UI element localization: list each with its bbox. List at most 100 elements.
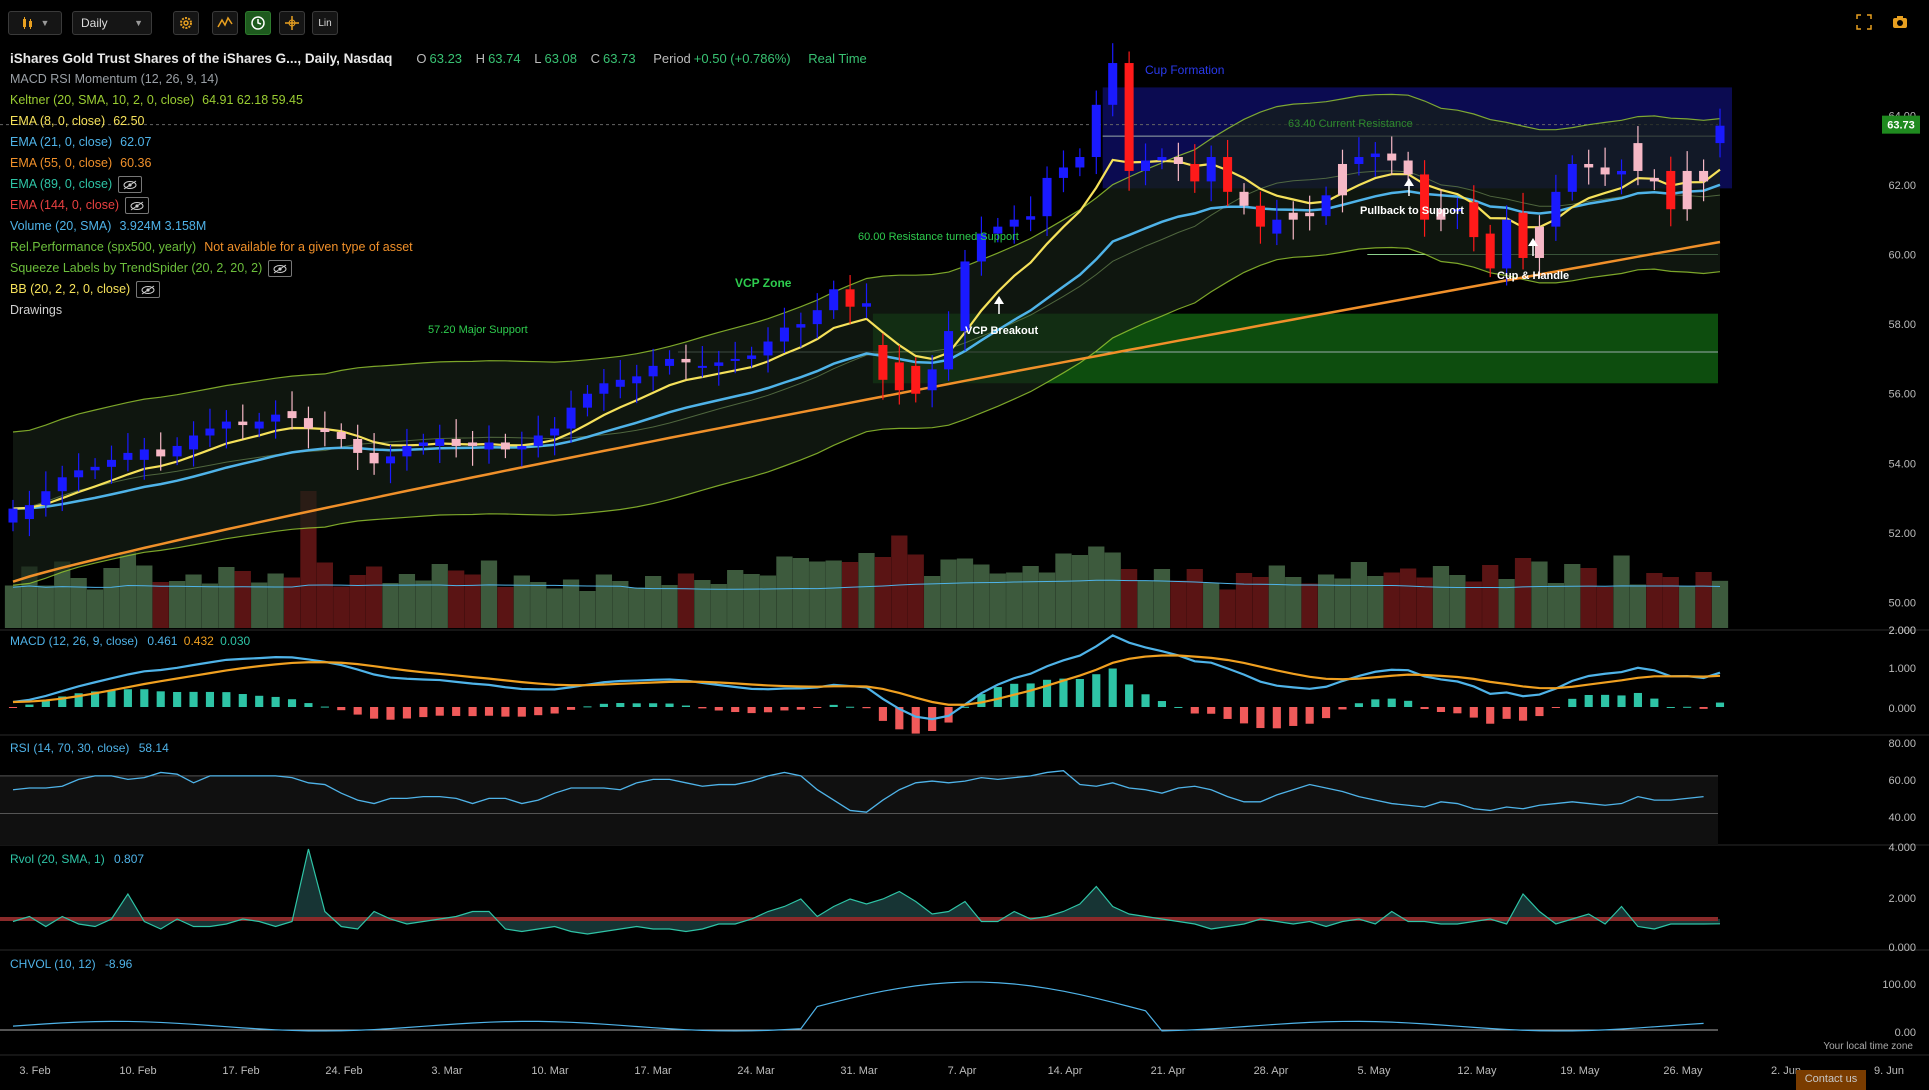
- volume-bar: [70, 578, 87, 628]
- indicator-row[interactable]: Drawings: [10, 300, 867, 321]
- indicator-row[interactable]: Keltner (20, SMA, 10, 2, 0, close) 64.91 …: [10, 90, 867, 111]
- indicator-label: EMA (144, 0, close): [10, 198, 120, 212]
- volume-bar: [710, 584, 727, 628]
- candle: [254, 421, 264, 429]
- date-tick-label: 3. Feb: [19, 1065, 50, 1077]
- candle: [1649, 177, 1659, 182]
- major-support-label: 57.20 Major Support: [428, 324, 528, 336]
- candle: [582, 393, 592, 408]
- pullback-label: Pullback to Support: [1360, 205, 1464, 217]
- price-tick-label: 58.00: [1888, 319, 1916, 331]
- volume-bar: [776, 556, 793, 628]
- candle: [1239, 191, 1249, 206]
- volume-bar: [1547, 583, 1564, 628]
- volume-bar: [365, 566, 383, 628]
- candle: [271, 414, 281, 422]
- volume-bar: [4, 585, 22, 628]
- candle: [944, 331, 954, 370]
- price-tick-label: 62.00: [1888, 180, 1916, 192]
- macd-hist-bar: [829, 704, 838, 707]
- candle: [1666, 170, 1676, 210]
- volume-bar: [185, 574, 202, 628]
- candle: [615, 379, 625, 387]
- eye-hidden-icon[interactable]: [268, 260, 293, 277]
- candle: [500, 442, 510, 450]
- indicator-row[interactable]: Rel.Performance (spx500, yearly) Not avai…: [10, 237, 867, 258]
- volume-bar: [415, 580, 432, 628]
- volume-bar: [727, 570, 744, 628]
- indicator-value: 60.36: [120, 156, 152, 170]
- candle: [566, 407, 576, 429]
- volume-bar: [1383, 572, 1400, 628]
- macd-hist-bar: [337, 707, 346, 711]
- volume-bar: [1498, 579, 1515, 628]
- candle: [1617, 170, 1627, 175]
- macd-hist-bar: [1453, 707, 1462, 714]
- candle: [911, 365, 921, 394]
- candle: [1699, 170, 1709, 182]
- macd-hist-bar: [1026, 683, 1035, 707]
- macd-hist-bar: [1322, 707, 1331, 719]
- candle: [123, 452, 133, 460]
- period-label: Period: [653, 51, 691, 66]
- candle: [1288, 212, 1298, 220]
- rsi-value: 58.14: [138, 741, 169, 755]
- volume-bar: [1268, 565, 1285, 628]
- volume-bar: [1120, 569, 1138, 628]
- macd-tick-label: 2.000: [1888, 625, 1916, 637]
- macd-hist-bar: [698, 707, 707, 709]
- macd-hist-bar: [1223, 707, 1232, 719]
- volume-bar: [1137, 580, 1154, 628]
- macd-hist-bar: [911, 707, 920, 734]
- date-tick-label: 14. Apr: [1048, 1065, 1083, 1077]
- macd-hist-bar: [1371, 699, 1380, 707]
- ohlc-readout: O 63.23 H 63.74 L 63.08 C 63.73 Period +0.50 …: [406, 48, 866, 69]
- macd-hist-bar: [714, 707, 723, 711]
- candle: [90, 466, 100, 471]
- date-tick-label: 21. Apr: [1151, 1065, 1186, 1077]
- indicator-row[interactable]: Volume (20, SMA) 3.924M 3.158M: [10, 216, 867, 237]
- price-tick-label: 50.00: [1888, 598, 1916, 610]
- candle: [8, 508, 18, 523]
- macd-hist-bar: [386, 707, 395, 720]
- macd-hist-bar: [1207, 707, 1216, 714]
- indicator-row[interactable]: EMA (144, 0, close): [10, 195, 867, 216]
- indicator-value: 62.50: [113, 114, 145, 128]
- hist-value: 0.030: [220, 634, 251, 648]
- macd-hist-bar: [1141, 694, 1150, 707]
- vcp-breakout-label: VCP Breakout: [965, 325, 1038, 337]
- rvol-tick-label: 0.000: [1888, 942, 1916, 954]
- macd-hist-bar: [1683, 706, 1692, 708]
- indicator-row[interactable]: MACD RSI Momentum (12, 26, 9, 14): [10, 69, 867, 90]
- indicator-row[interactable]: EMA (89, 0, close): [10, 174, 867, 195]
- volume-bar: [530, 582, 547, 628]
- candle: [139, 449, 149, 460]
- eye-hidden-icon[interactable]: [118, 176, 143, 193]
- volume-bar: [448, 570, 465, 628]
- indicator-row[interactable]: Squeeze Labels by TrendSpider (20, 2, 20…: [10, 258, 867, 279]
- macd-hist-bar: [452, 707, 461, 716]
- volume-bar: [497, 587, 514, 628]
- macd-hist-bar: [517, 707, 526, 717]
- macd-hist-bar: [1617, 695, 1626, 707]
- volume-bar: [1006, 572, 1023, 628]
- contact-button[interactable]: Contact us: [1796, 1070, 1866, 1090]
- indicator-row[interactable]: EMA (8, 0, close) 62.50: [10, 111, 867, 132]
- candle: [1141, 160, 1151, 171]
- indicator-row[interactable]: EMA (55, 0, close) 60.36: [10, 153, 867, 174]
- candle: [599, 383, 609, 394]
- candle: [1403, 160, 1413, 175]
- indicator-label: MACD RSI Momentum (12, 26, 9, 14): [10, 72, 219, 86]
- indicator-row[interactable]: EMA (21, 0, close) 62.07: [10, 132, 867, 153]
- macd-hist-bar: [1633, 692, 1642, 707]
- candle: [763, 341, 773, 356]
- indicator-row[interactable]: BB (20, 2, 2, 0, close): [10, 279, 867, 300]
- eye-hidden-icon[interactable]: [125, 197, 150, 214]
- volume-bar: [1055, 553, 1072, 628]
- eye-hidden-icon[interactable]: [136, 281, 161, 298]
- macd-tick-label: 0.000: [1888, 703, 1916, 715]
- candle: [1321, 195, 1331, 217]
- macd-hist-bar: [1174, 706, 1183, 708]
- rvol-legend: Rvol (20, SMA, 1) 0.807: [10, 852, 144, 866]
- high-label: H: [475, 51, 486, 66]
